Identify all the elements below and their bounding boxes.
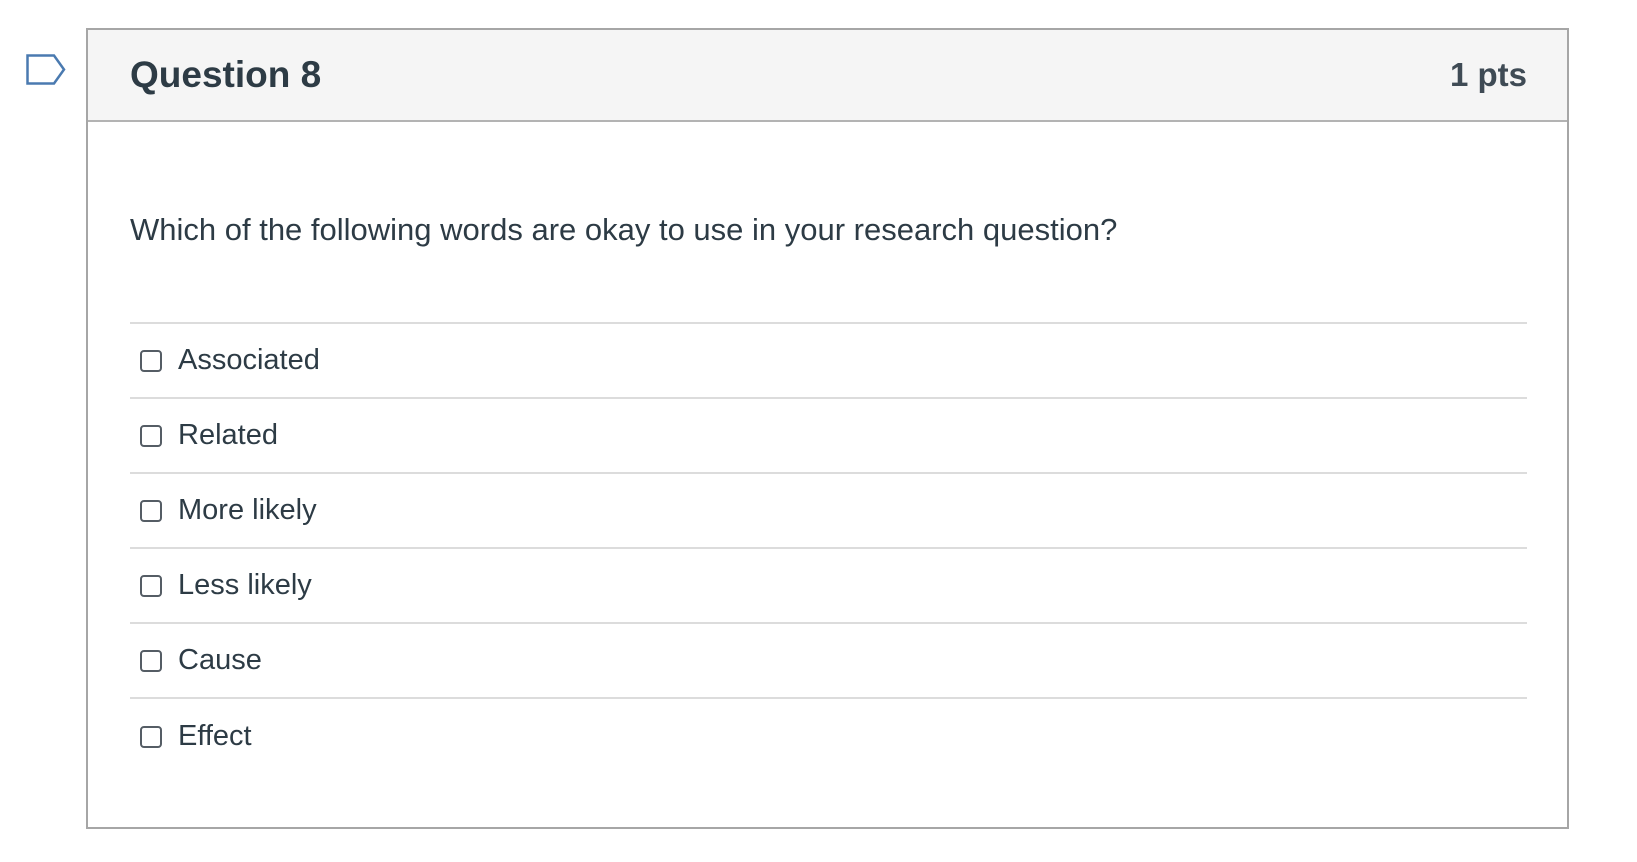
answer-label: Associated: [178, 344, 320, 376]
checkbox[interactable]: [140, 424, 162, 447]
answer-option-effect[interactable]: Effect: [130, 699, 1527, 774]
answer-option-related[interactable]: Related: [130, 399, 1527, 474]
answer-label: Related: [178, 419, 278, 451]
answer-label: Less likely: [178, 569, 312, 601]
checkbox[interactable]: [140, 349, 162, 372]
checkbox[interactable]: [140, 725, 162, 748]
checkbox[interactable]: [140, 649, 162, 672]
question-points: 1 pts: [1449, 56, 1527, 93]
answer-label: Cause: [178, 644, 262, 676]
answer-label: Effect: [178, 720, 252, 752]
answer-option-associated[interactable]: Associated: [130, 324, 1527, 399]
question-title: Question 8: [130, 54, 322, 95]
checkbox[interactable]: [140, 574, 162, 597]
answer-option-cause[interactable]: Cause: [130, 624, 1527, 699]
answer-list: Associated Related More likely Less like…: [130, 322, 1527, 774]
question-card: Question 8 1 pts Which of the following …: [86, 28, 1569, 829]
checkbox[interactable]: [140, 499, 162, 522]
question-body: Which of the following words are okay to…: [88, 210, 1567, 774]
answer-option-more-likely[interactable]: More likely: [130, 474, 1527, 549]
answer-option-less-likely[interactable]: Less likely: [130, 549, 1527, 624]
question-header: Question 8 1 pts: [88, 30, 1567, 122]
answer-label: More likely: [178, 494, 317, 526]
question-text: Which of the following words are okay to…: [130, 212, 1118, 247]
flag-question-icon[interactable]: [26, 54, 68, 88]
